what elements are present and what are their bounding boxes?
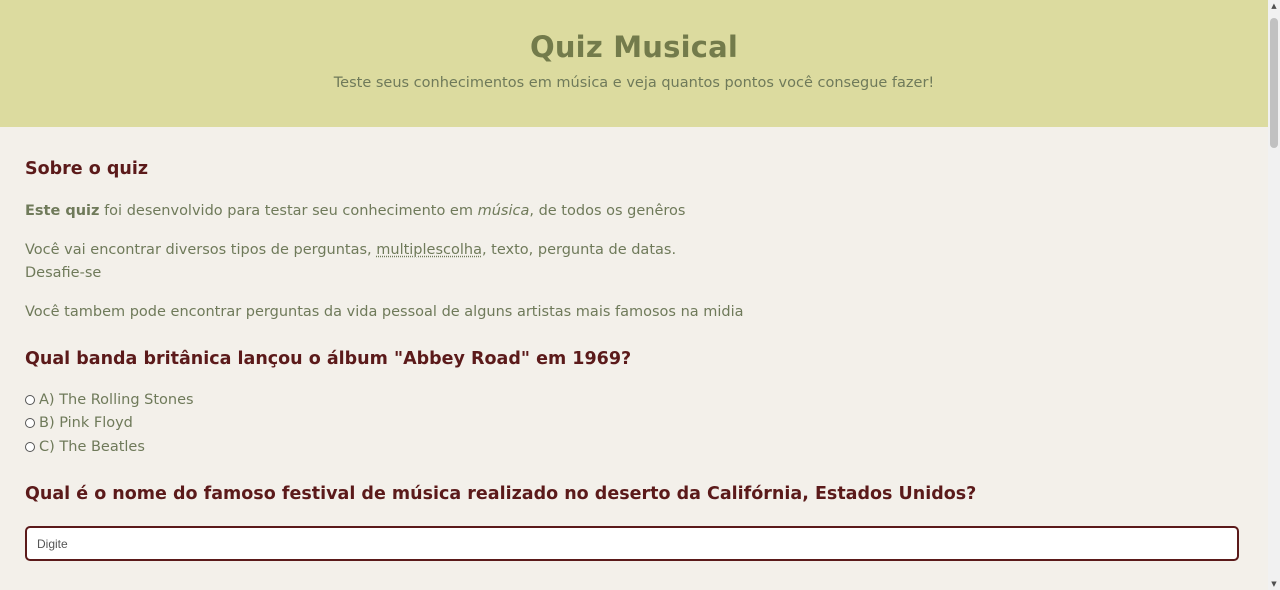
page-subtitle: Teste seus conhecimentos em música e vej…: [333, 75, 935, 91]
question-1-option-a[interactable]: A) The Rolling Stones: [25, 392, 194, 408]
triangle-up-icon[interactable]: ▲: [1268, 0, 1280, 12]
about-paragraph-3: Você tambem pode encontrar perguntas da …: [25, 304, 744, 320]
about-paragraph-2: Você vai encontrar diversos tipos de per…: [25, 242, 676, 258]
question-1-heading: Qual banda britânica lançou o álbum "Abb…: [25, 349, 632, 369]
page-title: Quiz Musical: [529, 30, 739, 64]
spellcheck-underlined-word: multiplescolha: [376, 242, 482, 258]
question-1-option-c[interactable]: C) The Beatles: [25, 439, 145, 455]
radio-button[interactable]: [25, 418, 35, 428]
option-label: B) Pink Floyd: [39, 415, 133, 431]
about-bold-text: Este quiz: [25, 203, 100, 219]
question-1-option-b[interactable]: B) Pink Floyd: [25, 415, 133, 431]
option-label: C) The Beatles: [39, 439, 145, 455]
about-paragraph-1: Este quiz foi desenvolvido para testar s…: [25, 203, 685, 219]
page: Quiz Musical Teste seus conhecimentos em…: [0, 0, 1280, 590]
about-text: , de todos os genêros: [529, 203, 686, 219]
header-banner: Quiz Musical Teste seus conhecimentos em…: [0, 0, 1268, 127]
radio-button[interactable]: [25, 395, 35, 405]
about-paragraph-2-line-2: Desafie-se: [25, 265, 102, 281]
about-text: Você vai encontrar diversos tipos de per…: [25, 242, 377, 258]
scrollbar-thumb[interactable]: [1270, 18, 1278, 148]
radio-button[interactable]: [25, 442, 35, 452]
question-2-answer-input[interactable]: [25, 526, 1239, 561]
option-label: A) The Rolling Stones: [39, 392, 194, 408]
about-text: , texto, pergunta de datas.: [481, 242, 677, 258]
question-2-heading: Qual é o nome do famoso festival de músi…: [25, 484, 977, 504]
about-text: foi desenvolvido para testar seu conheci…: [99, 203, 478, 219]
triangle-down-icon[interactable]: ▼: [1268, 578, 1280, 590]
about-heading: Sobre o quiz: [25, 159, 149, 179]
vertical-scrollbar[interactable]: ▲ ▼: [1268, 0, 1280, 590]
about-emphasis-text: música: [477, 203, 530, 219]
